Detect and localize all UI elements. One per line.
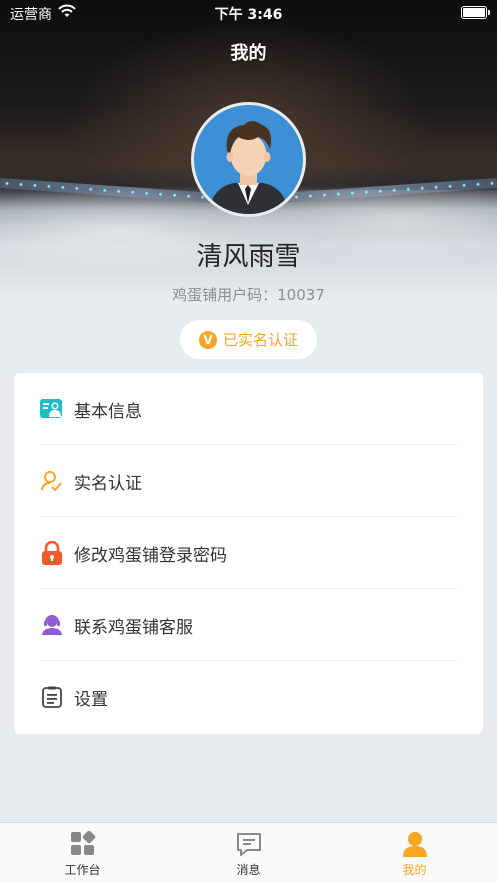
battery-icon: [461, 6, 490, 19]
menu-item-real-name-auth[interactable]: 实名认证: [14, 445, 483, 517]
lock-icon: [40, 541, 64, 565]
message-icon: [236, 833, 261, 856]
menu-item-basic-info[interactable]: 基本信息: [14, 373, 483, 445]
user-code: 鸡蛋铺用户码：10037: [172, 286, 325, 304]
status-time: 下午 3:46: [214, 7, 283, 23]
tab-label: 工作台: [64, 863, 101, 877]
verified-badge[interactable]: V 已实名认证: [180, 320, 317, 359]
menu-item-change-password[interactable]: 修改鸡蛋铺登录密码: [14, 517, 483, 589]
tab-label: 消息: [236, 863, 261, 877]
tab-workbench[interactable]: 工作台: [0, 823, 165, 883]
user-check-icon: [40, 469, 64, 493]
verified-badge-label: 已实名认证: [222, 331, 298, 349]
profile-icon: [402, 832, 427, 857]
page-title: 我的: [230, 43, 267, 64]
status-bar: 运营商 下午 3:46: [0, 0, 497, 26]
avatar[interactable]: [191, 102, 306, 217]
username: 清风雨雪: [196, 242, 301, 272]
avatar-person-icon: [208, 121, 289, 214]
customer-service-icon: [40, 613, 64, 637]
menu-item-customer-service[interactable]: 联系鸡蛋铺客服: [14, 589, 483, 661]
menu-card: 基本信息 实名认证 修改鸡蛋铺登录密码 联系鸡蛋铺客服 设置: [14, 373, 483, 734]
tab-label: 我的: [402, 863, 427, 877]
tab-messages[interactable]: 消息: [166, 823, 331, 883]
workbench-icon: [70, 831, 95, 855]
settings-list-icon: [40, 685, 64, 709]
menu-item-label: 基本信息: [74, 401, 142, 422]
menu-item-label: 实名认证: [74, 473, 142, 494]
id-card-icon: [40, 397, 64, 421]
menu-item-label: 修改鸡蛋铺登录密码: [74, 545, 227, 566]
verified-v-icon: V: [198, 330, 217, 349]
menu-item-label: 设置: [74, 689, 108, 710]
tab-mine[interactable]: 我的: [332, 823, 497, 883]
tab-bar: 工作台 消息 我的: [0, 822, 497, 883]
menu-item-settings[interactable]: 设置: [14, 661, 483, 733]
menu-item-label: 联系鸡蛋铺客服: [74, 617, 193, 638]
